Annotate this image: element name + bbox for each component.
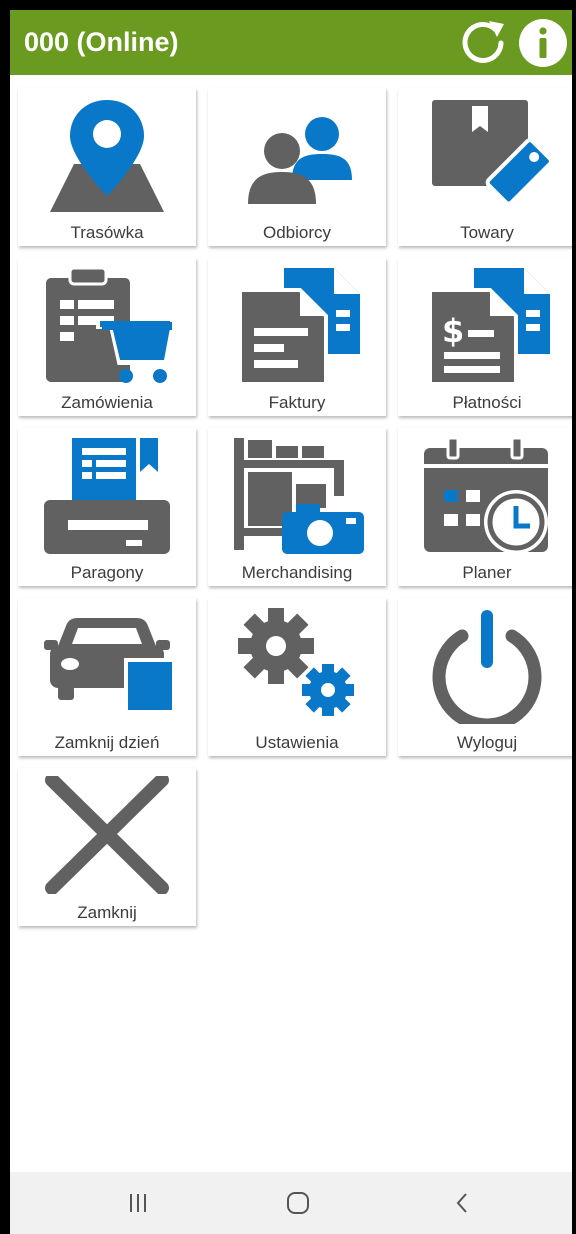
info-icon [519, 19, 567, 67]
menu-tile-towary[interactable]: Towary [398, 88, 572, 246]
people-icon [248, 117, 352, 204]
close-icon [45, 776, 169, 894]
back-button[interactable] [422, 1172, 502, 1234]
info-button[interactable] [518, 18, 568, 68]
menu-tile-merchandising[interactable]: Merchandising [208, 428, 386, 586]
documents-icon [238, 268, 360, 384]
menu-tile-zamowienia[interactable]: Zamówienia [18, 258, 196, 416]
payment-documents-icon: $ [428, 268, 550, 384]
menu-tile-zamknij-dzien[interactable]: Zamknij dzień [18, 598, 196, 756]
system-navigation-bar [10, 1172, 572, 1234]
refresh-icon [462, 21, 504, 63]
recents-icon [130, 1194, 146, 1212]
gears-icon [238, 608, 354, 716]
menu-tile-ustawienia[interactable]: Ustawienia [208, 598, 386, 756]
tile-label: Paragony [70, 563, 144, 582]
menu-tile-zamknij[interactable]: Zamknij [18, 768, 196, 926]
tile-label: Zamknij [77, 903, 137, 922]
menu-tile-wyloguj[interactable]: Wyloguj [398, 598, 572, 756]
recents-button[interactable] [98, 1172, 178, 1234]
menu-tile-odbiorcy[interactable]: Odbiorcy [208, 88, 386, 246]
tile-label: Wyloguj [456, 733, 518, 752]
tile-label: Trasówka [70, 223, 144, 242]
receipt-printer-icon [44, 438, 170, 554]
refresh-button[interactable] [458, 18, 508, 68]
tile-label: Płatności [452, 393, 522, 412]
tile-label: Planer [462, 563, 512, 582]
menu-tile-planer[interactable]: Planer [398, 428, 572, 586]
clipboard-cart-icon [46, 266, 174, 383]
menu-tile-trasowka[interactable]: Trasówka [18, 88, 196, 246]
car-icon [44, 618, 174, 710]
tile-label: Zamknij dzień [54, 733, 160, 752]
tile-label: Towary [460, 223, 514, 242]
menu-tile-faktury[interactable]: Faktury [208, 258, 386, 416]
tile-label: Merchandising [241, 563, 353, 582]
tile-label: Odbiorcy [262, 223, 332, 242]
calendar-clock-icon [424, 436, 548, 554]
map-pin-icon [50, 100, 164, 212]
menu-tile-paragony[interactable]: Paragony [18, 428, 196, 586]
home-icon [287, 1192, 309, 1214]
app-header: 000 (Online) [10, 10, 572, 75]
svg-text:$: $ [442, 312, 464, 350]
page-title: 000 (Online) [24, 27, 179, 57]
power-icon [432, 610, 542, 724]
shelf-camera-icon [234, 438, 364, 554]
home-button[interactable] [258, 1172, 338, 1234]
tile-label: Faktury [268, 393, 326, 412]
tile-label: Ustawienia [255, 733, 339, 752]
menu-tile-platnosci[interactable]: $ Płatności [398, 258, 572, 416]
app-screen: 000 (Online) Trasówka Odbiorcy Towary Za… [10, 10, 572, 1234]
box-tag-icon [432, 100, 553, 206]
back-icon [456, 1193, 467, 1213]
tile-label: Zamówienia [61, 393, 153, 412]
